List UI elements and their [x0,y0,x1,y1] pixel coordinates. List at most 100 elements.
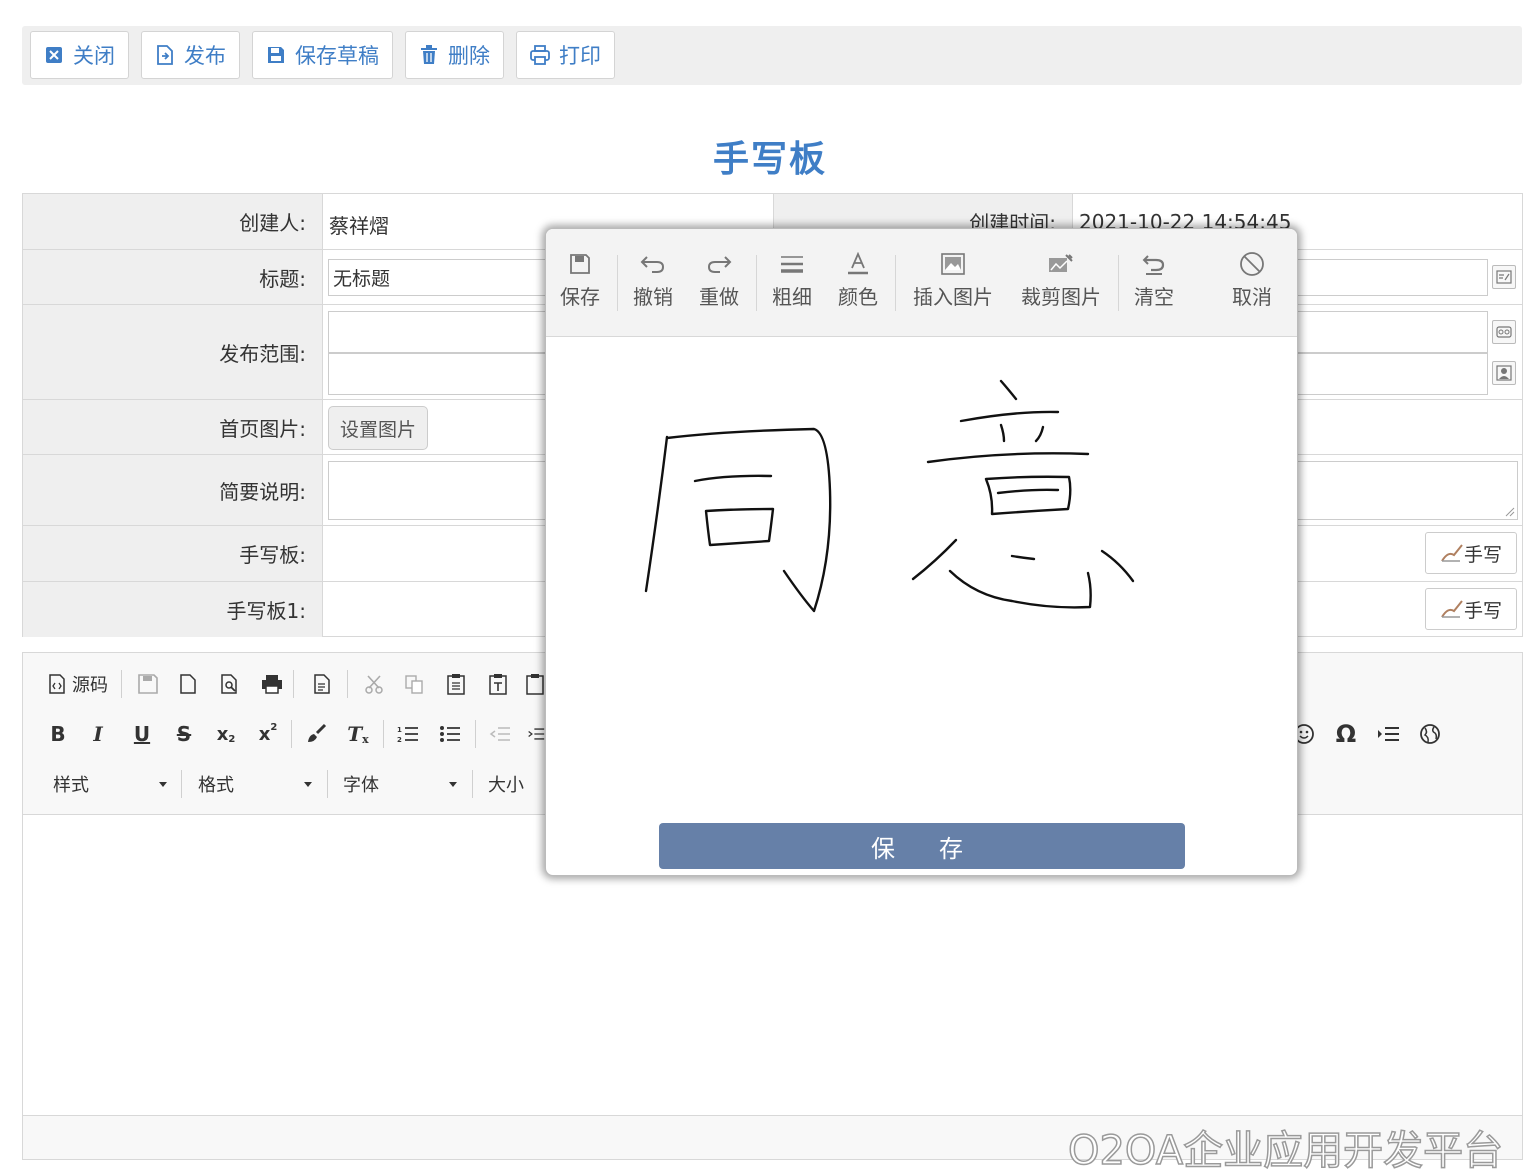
hw-color-button[interactable]: 颜色 [836,247,880,319]
paste-word-icon[interactable] [525,671,545,697]
page-title: 手写板 [712,139,827,180]
cut-icon[interactable] [361,671,387,697]
hw-save-button[interactable]: 保存 [556,247,604,319]
hw-crop-image-label: 裁剪图片 [1021,285,1101,309]
save-draft-button[interactable]: 保存草稿 [252,31,393,79]
preview-icon[interactable] [217,671,243,697]
hw-clear-label: 清空 [1134,285,1174,309]
print-button[interactable]: 打印 [516,31,615,79]
hw-redo-label: 重做 [699,285,739,309]
ban-icon [1239,247,1265,281]
paste-text-icon[interactable] [485,671,511,697]
chevron-down-icon [449,782,457,787]
source-button[interactable]: 源码 [47,671,108,697]
globe-icon[interactable] [1417,721,1443,747]
handwrite-button-label: 手写 [1463,543,1502,566]
format-combo-label: 格式 [198,775,234,796]
page-break-icon[interactable] [1375,721,1401,747]
template-icon[interactable] [309,671,335,697]
handwrite-button[interactable]: 手写 [1425,532,1517,574]
handwriting-dialog: 保存 撤销 重做 粗细 颜色 插入图片 裁剪图片 清空 取消 保 存 [545,228,1298,876]
hw-insert-image-button[interactable]: 插入图片 [910,247,996,319]
paint-brush-icon[interactable] [303,721,329,747]
superscript-icon[interactable]: x2 [255,721,281,747]
hw-cancel-button[interactable]: 取消 [1230,247,1274,319]
delete-label: 删除 [448,44,490,68]
image-icon [941,247,965,281]
printer-icon[interactable] [259,671,285,697]
close-button[interactable]: 关闭 [30,31,129,79]
handwriting-toolbar: 保存 撤销 重做 粗细 颜色 插入图片 裁剪图片 清空 取消 [546,229,1297,337]
numbered-list-icon[interactable]: 12 [395,721,421,747]
copy-icon[interactable] [401,671,427,697]
underline-icon[interactable]: U [129,721,155,747]
indent-icon[interactable] [527,721,545,747]
italic-icon[interactable]: I [85,721,111,747]
close-label: 关闭 [73,44,115,68]
crop-image-icon [1048,247,1074,281]
resize-handle-icon[interactable] [1505,507,1515,517]
hw-thickness-button[interactable]: 粗细 [770,247,814,319]
handwriting-canvas[interactable] [546,341,1297,811]
source-icon [49,674,65,694]
home-image-label: 首页图片: [23,400,323,454]
paste-icon[interactable] [443,671,469,697]
hw-crop-image-button[interactable]: 裁剪图片 [1018,247,1104,319]
hw-save-label: 保存 [560,285,600,309]
close-icon [43,44,65,66]
size-combo[interactable]: 大小 [488,769,548,799]
undo-icon [640,247,666,281]
pen-hand-icon [1441,600,1463,618]
bullet-list-icon[interactable] [437,721,463,747]
new-page-icon[interactable] [175,671,201,697]
font-color-icon [847,247,869,281]
style-combo-label: 样式 [53,775,89,796]
format-combo[interactable]: 格式 [198,769,312,799]
style-combo[interactable]: 样式 [53,769,167,799]
line-weight-icon [779,247,805,281]
hw-color-label: 颜色 [838,285,878,309]
strike-icon[interactable]: S [171,721,197,747]
bold-icon[interactable]: B [45,721,71,747]
watermark: O2OA企业应用开发平台 [1067,1127,1504,1171]
special-char-icon[interactable]: Ω [1333,720,1359,748]
creator-label: 创建人: [23,194,323,249]
hw-redo-button[interactable]: 重做 [697,247,741,319]
printer-icon [529,44,551,66]
reset-icon [1142,247,1166,281]
pen-hand-icon [1441,544,1463,562]
publish-button[interactable]: 发布 [141,31,240,79]
handwrite1-button[interactable]: 手写 [1425,588,1517,630]
person-picker-icon[interactable] [1492,361,1516,385]
save-draft-label: 保存草稿 [295,44,379,68]
handwriting-strokes [644,379,1135,613]
handwrite-label: 手写板: [23,526,323,581]
summary-label: 简要说明: [23,455,323,525]
save-icon [265,44,287,66]
scope-label: 发布范围: [23,305,323,399]
remove-format-icon[interactable]: Tx [345,721,371,747]
save-icon [569,247,591,281]
outdent-icon[interactable] [487,721,513,747]
size-combo-label: 大小 [488,775,524,796]
delete-button[interactable]: 删除 [405,31,504,79]
hw-undo-button[interactable]: 撤销 [631,247,675,319]
save-icon[interactable] [135,671,161,697]
chevron-down-icon [159,782,167,787]
subscript-icon[interactable]: x2 [213,721,239,747]
svg-text:2: 2 [397,736,402,744]
svg-text:1: 1 [397,726,402,734]
font-combo-label: 字体 [343,775,379,796]
hw-thickness-label: 粗细 [772,285,812,309]
hw-save-main-button[interactable]: 保 存 [659,823,1185,869]
source-label: 源码 [72,675,108,696]
chevron-down-icon [304,782,312,787]
edit-icon[interactable] [1492,265,1516,289]
set-image-button[interactable]: 设置图片 [328,406,428,450]
hw-undo-label: 撤销 [633,285,673,309]
title-label: 标题: [23,250,323,304]
hw-clear-button[interactable]: 清空 [1132,247,1176,319]
org-picker-icon[interactable] [1492,320,1516,344]
action-bar: 关闭 发布 保存草稿 删除 打印 [22,26,1522,85]
font-combo[interactable]: 字体 [343,769,457,799]
